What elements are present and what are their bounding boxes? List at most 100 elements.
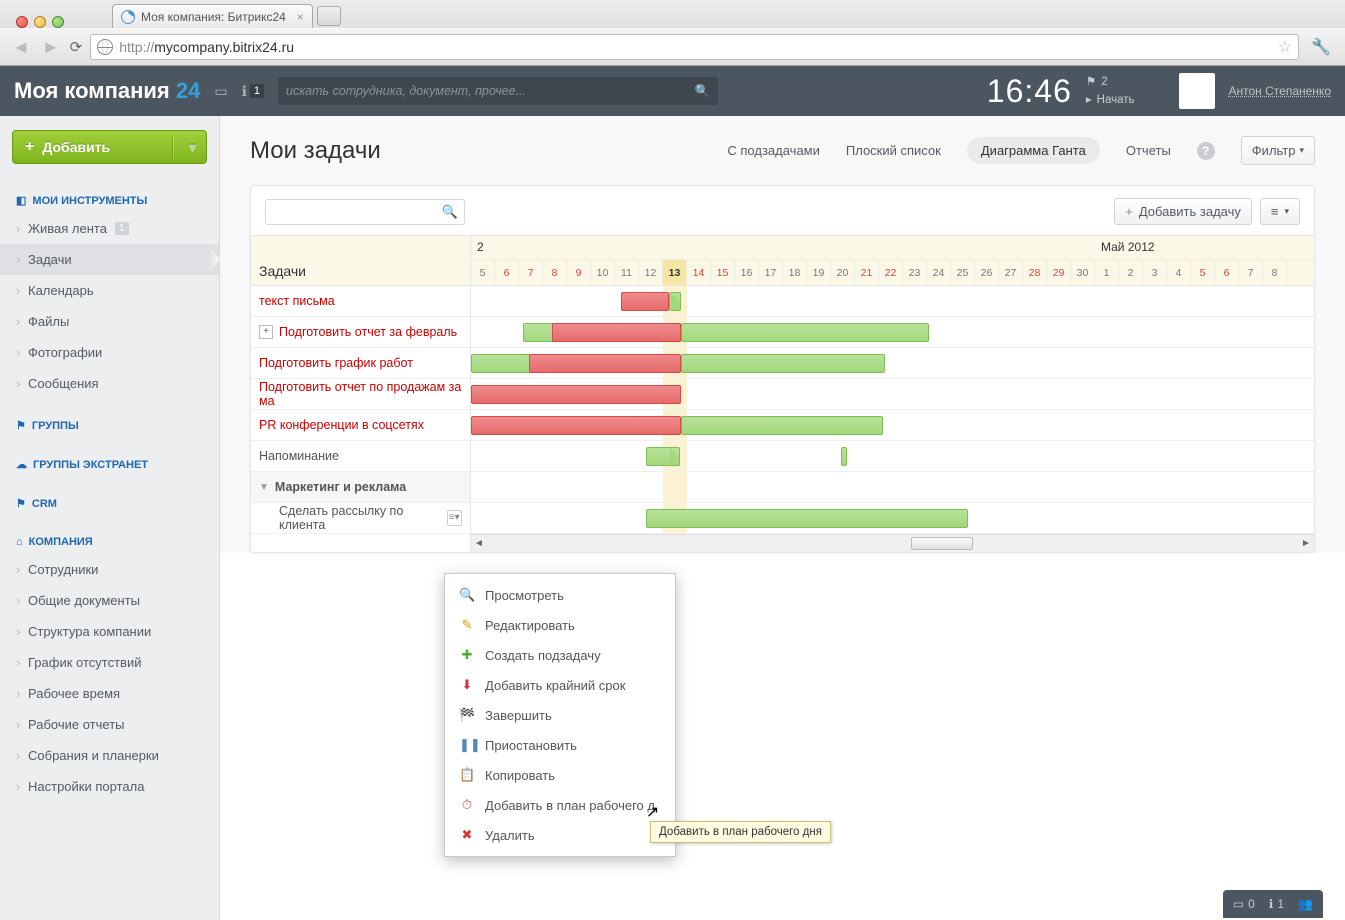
gantt-bar[interactable] [681,354,885,373]
tab-gantt[interactable]: Диаграмма Ганта [967,137,1100,164]
sidebar-section-crm[interactable]: ⚑CRM [0,491,219,516]
search-icon[interactable]: 🔍 [694,84,710,99]
sidebar-item-worktime[interactable]: Рабочее время [0,678,219,709]
sidebar-item-photos[interactable]: Фотографии [0,337,219,368]
task-search-input[interactable]: 🔍 [265,199,465,225]
gantt-bar[interactable] [471,385,681,404]
day-cell: 15 [711,260,735,285]
app-logo[interactable]: Моя компания 24 [14,78,200,104]
task-row[interactable]: Подготовить отчет по продажам за ма [251,379,470,410]
gantt-bar[interactable] [646,447,680,466]
sidebar-item-settings[interactable]: Настройки портала [0,771,219,802]
context-menu-item[interactable]: ⬇Добавить крайний срок [445,670,675,700]
gantt-bar[interactable] [669,292,681,311]
tab-reports[interactable]: Отчеты [1126,143,1171,158]
forward-icon[interactable]: ► [40,37,62,58]
badge: 1 [115,222,129,235]
settings-wrench-icon[interactable]: 🔧 [1307,37,1335,57]
menu-item-icon: ✎ [459,617,475,633]
task-row[interactable]: ▼Маркетинг и реклама [251,472,470,503]
address-bar[interactable]: http://mycompany.bitrix24.ru ☆ [90,34,1299,60]
avatar[interactable] [1179,73,1215,109]
bar-row [471,286,1314,317]
gantt-bar[interactable] [681,323,929,342]
task-row[interactable]: Напоминание [251,441,470,472]
chat-icon[interactable]: ▭ [214,83,227,100]
mac-window-controls[interactable] [6,10,72,28]
sidebar-item-structure[interactable]: Структура компании [0,616,219,647]
bookmark-star-icon[interactable]: ☆ [1278,37,1292,57]
context-menu-item[interactable]: 🏁Завершить [445,700,675,730]
expand-icon[interactable]: + [259,325,273,339]
collapse-icon[interactable]: ▼ [259,482,269,493]
cloud-icon: ☁ [16,458,27,471]
sidebar-item-absence[interactable]: График отсутствий [0,647,219,678]
sidebar-item-calendar[interactable]: Календарь [0,275,219,306]
minimize-window-icon[interactable] [34,16,46,28]
gantt-bar[interactable] [471,416,681,435]
sidebar-section-groups[interactable]: ⚑ГРУППЫ [0,413,219,438]
add-button[interactable]: + Добавить ▾ [12,130,207,164]
task-row[interactable]: Подготовить график работ [251,348,470,379]
context-menu-item[interactable]: ❚❚Приостановить [445,730,675,760]
tooltip: Добавить в план рабочего дня [650,821,831,843]
task-row[interactable]: текст письма [251,286,470,317]
global-search[interactable]: искать сотрудника, документ, прочее... 🔍 [278,77,718,105]
browser-chrome: Моя компания: Битрикс24 × ◄ ► ⟳ http://m… [0,0,1345,66]
gantt-bar[interactable] [681,416,883,435]
tab-subtasks[interactable]: С подзадачами [727,143,820,158]
task-row[interactable]: PR конференции в соцсетях [251,410,470,441]
sidebar-item-messages[interactable]: Сообщения [0,368,219,399]
add-task-button[interactable]: +Добавить задачу [1114,198,1252,225]
info-icon[interactable]: ℹ1 [242,83,264,100]
flag-icon: ⚑ [16,419,26,432]
footer-chat[interactable]: ▭ 0 [1233,897,1255,911]
filter-button[interactable]: Фильтр▾ [1241,136,1315,165]
tab-flat[interactable]: Плоский список [846,143,941,158]
help-icon[interactable]: ? [1197,142,1215,160]
gantt-bar[interactable] [646,509,968,528]
sidebar-section-tools[interactable]: ◧МОИ ИНСТРУМЕНТЫ [0,188,219,213]
gantt-bar[interactable] [471,354,535,373]
context-menu-item[interactable]: ✚Создать подзадачу [445,640,675,670]
horizontal-scrollbar[interactable]: ◄ ► [471,534,1314,552]
row-menu-icon[interactable]: ≡▾ [447,510,462,526]
gantt-bar[interactable] [529,354,681,373]
footer-info[interactable]: ℹ 1 [1269,897,1284,911]
scrollbar-thumb[interactable] [911,537,973,550]
context-menu-item[interactable]: ✖Удалить [445,820,675,850]
sidebar-item-tasks[interactable]: Задачи [0,244,219,275]
gantt-bar[interactable] [552,323,681,342]
gantt-bar[interactable] [621,292,669,311]
sidebar-item-reports[interactable]: Рабочие отчеты [0,709,219,740]
scroll-left-icon[interactable]: ◄ [471,536,487,551]
username[interactable]: Антон Степаненко [1229,84,1332,98]
maximize-window-icon[interactable] [52,16,64,28]
list-options-button[interactable]: ≡▾ [1260,198,1300,225]
caret-down-icon[interactable]: ▾ [189,139,196,156]
task-row[interactable]: Сделать рассылку по клиента≡▾ [251,503,470,534]
close-window-icon[interactable] [16,16,28,28]
gantt-bar[interactable] [841,447,847,466]
browser-tab[interactable]: Моя компания: Битрикс24 × [112,4,313,28]
sidebar-item-feed[interactable]: Живая лента1 [0,213,219,244]
footer-people-icon[interactable]: 👥 [1298,897,1313,911]
context-menu-item[interactable]: ✎Редактировать [445,610,675,640]
back-icon[interactable]: ◄ [10,37,32,58]
scroll-right-icon[interactable]: ► [1298,536,1314,551]
context-menu-item[interactable]: ⏱Добавить в план рабочего д [445,790,675,820]
sidebar-section-company[interactable]: ⌂КОМПАНИЯ [0,530,219,554]
sidebar-item-files[interactable]: Файлы [0,306,219,337]
day-cell: 11 [615,260,639,285]
sidebar-item-docs[interactable]: Общие документы [0,585,219,616]
sidebar-item-employees[interactable]: Сотрудники [0,554,219,585]
close-tab-icon[interactable]: × [297,10,304,24]
task-row[interactable]: +Подготовить отчет за февраль [251,317,470,348]
context-menu-item[interactable]: 🔍Просмотреть [445,580,675,610]
context-menu-item[interactable]: 📋Копировать [445,760,675,790]
sidebar-item-meetings[interactable]: Собрания и планерки [0,740,219,771]
reload-icon[interactable]: ⟳ [70,38,83,56]
play-icon[interactable]: ▸ [1086,91,1092,109]
sidebar-section-extranet[interactable]: ☁ГРУППЫ ЭКСТРАНЕТ [0,452,219,477]
new-tab-button[interactable] [317,6,341,26]
